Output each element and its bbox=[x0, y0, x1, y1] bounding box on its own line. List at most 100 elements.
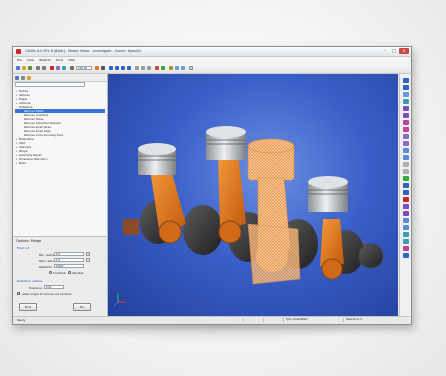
tool-icon-18[interactable] bbox=[403, 197, 409, 202]
tree-expander-icon[interactable]: + bbox=[15, 161, 18, 165]
tool-icon-15[interactable] bbox=[403, 176, 409, 181]
menu-view[interactable]: View bbox=[27, 57, 34, 63]
zoom-field[interactable]: 100.00 bbox=[76, 66, 92, 70]
detection-options-heading: Detection options bbox=[17, 279, 43, 283]
fit-icon[interactable] bbox=[147, 66, 151, 70]
view-top-icon[interactable] bbox=[115, 66, 119, 70]
new-icon[interactable] bbox=[16, 66, 20, 70]
redo-icon[interactable] bbox=[42, 66, 46, 70]
cadfix-logo-icon bbox=[16, 49, 21, 54]
tool-icon-7[interactable] bbox=[403, 120, 409, 125]
tool-icon-21[interactable] bbox=[403, 218, 409, 223]
window-title: CADfix 8.0 SP2.8 [64bit] - Model: Motor … bbox=[25, 49, 142, 53]
status-cell-4: Selections: 0 bbox=[343, 318, 364, 322]
3d-viewport[interactable] bbox=[108, 74, 398, 317]
fix-button[interactable]: Fix bbox=[73, 303, 91, 311]
tool-icon-3[interactable] bbox=[403, 92, 409, 97]
model-tree-panel: + Bodies + Vertices + Edges + Surfaces – Defeatur… bbox=[13, 74, 108, 317]
wireframe-icon[interactable] bbox=[101, 66, 105, 70]
max-radius-label: Max. radius bbox=[39, 259, 56, 263]
coordinate-axes-icon bbox=[113, 294, 126, 307]
check-icon[interactable] bbox=[161, 66, 165, 70]
allow-edges-label: Allow edges to remove old sections bbox=[22, 292, 72, 296]
filter-icon[interactable] bbox=[56, 66, 60, 70]
menu-help[interactable]: Help bbox=[68, 57, 75, 63]
menu-bar: File View Wizards Tools Help bbox=[13, 57, 411, 63]
meshed-piston-assembly bbox=[247, 138, 301, 285]
maximize-button[interactable]: □ bbox=[390, 48, 398, 54]
menu-tools[interactable]: Tools bbox=[56, 57, 63, 63]
clip-icon[interactable] bbox=[181, 66, 185, 70]
tool-icon-23[interactable] bbox=[403, 232, 409, 237]
radial-tol-field[interactable]: 0.001 bbox=[54, 264, 84, 268]
max-radius-dropdown[interactable] bbox=[86, 258, 90, 262]
status-cell-1 bbox=[243, 318, 248, 322]
find-button[interactable]: Find bbox=[19, 303, 37, 311]
tool-icon-14[interactable] bbox=[403, 169, 409, 174]
tolerance-label: Tolerance bbox=[29, 286, 43, 290]
close-button[interactable]: ✕ bbox=[399, 48, 409, 54]
tree-search-input[interactable] bbox=[15, 82, 85, 87]
options-title: Options: Merge bbox=[16, 239, 42, 243]
undo-icon[interactable] bbox=[36, 66, 40, 70]
tool-icon-8[interactable] bbox=[403, 127, 409, 132]
tool-icon-6[interactable] bbox=[403, 113, 409, 118]
tool-icon-19[interactable] bbox=[403, 204, 409, 209]
allow-edges-checkbox[interactable] bbox=[17, 292, 20, 295]
status-text: Ready bbox=[17, 318, 26, 322]
shade-icon[interactable] bbox=[95, 66, 99, 70]
section-icon[interactable] bbox=[175, 66, 179, 70]
tolerance-field[interactable]: 0.01 bbox=[44, 285, 64, 289]
constant-radio[interactable] bbox=[49, 271, 52, 274]
color-icon[interactable] bbox=[189, 66, 193, 70]
select-icon[interactable] bbox=[50, 66, 54, 70]
menu-wizards[interactable]: Wizards bbox=[39, 57, 51, 63]
view-iso-icon[interactable] bbox=[127, 66, 131, 70]
tool-icon-20[interactable] bbox=[403, 211, 409, 216]
status-cell-3: Type: DefaultPart bbox=[283, 318, 309, 322]
layers-icon[interactable] bbox=[62, 66, 66, 70]
expand-icon[interactable] bbox=[15, 75, 19, 80]
tool-icon-25[interactable] bbox=[403, 246, 409, 251]
delete-icon[interactable] bbox=[155, 66, 159, 70]
measure-icon[interactable] bbox=[169, 66, 173, 70]
status-bar: Ready Type: DefaultPart Selections: 0 bbox=[13, 316, 411, 324]
save-icon[interactable] bbox=[28, 66, 32, 70]
tool-icon-4[interactable] bbox=[403, 99, 409, 104]
open-icon[interactable] bbox=[22, 66, 26, 70]
tool-icon-26[interactable] bbox=[403, 253, 409, 258]
tool-icon-12[interactable] bbox=[403, 155, 409, 160]
menu-file[interactable]: File bbox=[17, 57, 22, 63]
tool-icon-22[interactable] bbox=[403, 225, 409, 230]
tool-icon-11[interactable] bbox=[403, 148, 409, 153]
view-front-icon[interactable] bbox=[109, 66, 113, 70]
min-radius-field[interactable]: 0.5 bbox=[54, 252, 84, 256]
zoom-icon[interactable] bbox=[70, 66, 74, 70]
tool-icon-5[interactable] bbox=[403, 106, 409, 111]
tool-icon-2[interactable] bbox=[403, 85, 409, 90]
variable-label: Variable bbox=[72, 271, 84, 275]
view-side-icon[interactable] bbox=[121, 66, 125, 70]
min-radius-dropdown[interactable] bbox=[86, 252, 90, 256]
tool-icon-16[interactable] bbox=[403, 183, 409, 188]
variable-radio[interactable] bbox=[68, 271, 71, 274]
tool-icon-1[interactable] bbox=[403, 78, 409, 83]
tool-icon-10[interactable] bbox=[403, 141, 409, 146]
title-bar: CADfix 8.0 SP2.8 [64bit] - Model: Motor … bbox=[13, 47, 411, 57]
tool-icon-24[interactable] bbox=[403, 239, 409, 244]
minimize-button[interactable]: – bbox=[381, 48, 389, 54]
connecting-rod-2 bbox=[218, 152, 246, 229]
tree-item[interactable]: + Build bbox=[15, 161, 105, 165]
max-radius-field[interactable]: 1.0 bbox=[54, 258, 84, 262]
tool-icon-9[interactable] bbox=[403, 134, 409, 139]
options-subtitle: Fillet cut bbox=[17, 246, 30, 250]
crank-pulley bbox=[358, 243, 384, 269]
engine-model-render bbox=[113, 126, 384, 307]
constant-label: Constant bbox=[53, 271, 66, 275]
collapse-icon[interactable] bbox=[21, 75, 25, 80]
tool-icon-17[interactable] bbox=[403, 190, 409, 195]
tool-icon-13[interactable] bbox=[403, 162, 409, 167]
filter-tree-icon[interactable] bbox=[27, 75, 31, 80]
pan-icon[interactable] bbox=[141, 66, 145, 70]
rotate-icon[interactable] bbox=[135, 66, 139, 70]
